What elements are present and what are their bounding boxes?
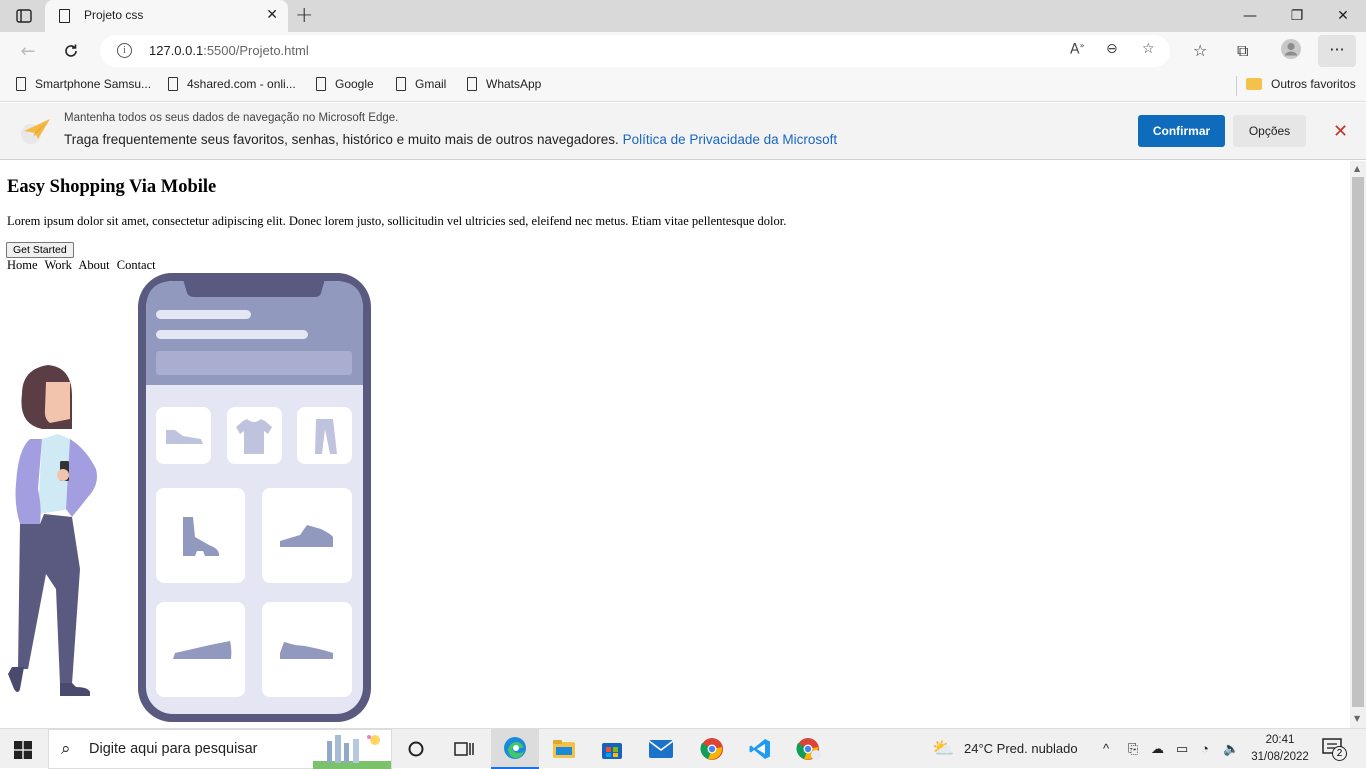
- phone-image: [138, 273, 371, 722]
- page-paragraph: Lorem ipsum dolor sit amet, consectetur …: [7, 214, 787, 228]
- navigation-bar: ← i 127.0.0.1:5500/Projeto.html A» ⊖ ☆ ☆…: [0, 32, 1366, 70]
- vscode-icon[interactable]: [736, 729, 784, 769]
- chrome-icon[interactable]: [688, 729, 736, 769]
- search-icon: ⌕: [61, 739, 71, 759]
- scrollbar-thumb[interactable]: [1352, 177, 1364, 707]
- confirm-button[interactable]: Confirmar: [1138, 115, 1225, 147]
- close-info-bar-icon[interactable]: ✕: [1333, 121, 1348, 142]
- favorite-item[interactable]: Smartphone Samsu...: [16, 77, 151, 91]
- vertical-scrollbar[interactable]: ▲ ▼: [1350, 161, 1366, 728]
- page-icon: [16, 77, 26, 91]
- page-icon: [467, 77, 477, 91]
- page-icon: [168, 77, 178, 91]
- clock[interactable]: 20:41 31/08/2022: [1246, 732, 1314, 766]
- new-tab-button[interactable]: +: [295, 3, 313, 28]
- store-icon[interactable]: [588, 729, 636, 769]
- search-placeholder: Digite aqui para pesquisar: [89, 741, 258, 757]
- add-favorite-icon[interactable]: ☆: [1142, 41, 1155, 57]
- clock-date: 31/08/2022: [1251, 751, 1309, 763]
- show-hidden-icons[interactable]: ^: [1103, 741, 1109, 756]
- battery-icon[interactable]: ▭: [1176, 741, 1188, 757]
- task-view-icon[interactable]: [440, 729, 488, 769]
- chrome-profile-icon[interactable]: [785, 729, 833, 769]
- shopping-illustration: [8, 273, 371, 722]
- taskbar-search-box[interactable]: ⌕ Digite aqui para pesquisar: [48, 729, 392, 769]
- notification-count: 2: [1332, 746, 1347, 761]
- paper-plane-icon: [21, 119, 50, 144]
- taskbar: ⌕ Digite aqui para pesquisar ⛅ 24°C Pred…: [0, 728, 1366, 769]
- favorites-bar: Smartphone Samsu... 4shared.com - onli..…: [0, 70, 1366, 102]
- read-aloud-icon[interactable]: A»: [1070, 41, 1084, 58]
- folder-icon: [1246, 78, 1262, 90]
- edge-app-icon[interactable]: [491, 729, 539, 769]
- edge-info-bar: Mantenha todos os seus dados de navegaçã…: [0, 103, 1366, 160]
- restore-button[interactable]: ❐: [1273, 0, 1321, 32]
- options-button[interactable]: Opções: [1233, 115, 1306, 147]
- search-highlight-image: [313, 735, 391, 769]
- info-bar-message: Traga frequentemente seus favoritos, sen…: [64, 132, 838, 147]
- favorite-item[interactable]: 4shared.com - onli...: [168, 77, 296, 91]
- meet-now-icon[interactable]: ⎘: [1128, 741, 1138, 757]
- favorite-item[interactable]: WhatsApp: [467, 77, 541, 91]
- privacy-policy-link[interactable]: Política de Privacidade da Microsoft: [623, 132, 838, 147]
- divider: [1236, 76, 1237, 96]
- weather-icon[interactable]: ⛅: [932, 738, 954, 759]
- refresh-button[interactable]: [58, 39, 84, 63]
- scroll-up-icon[interactable]: ▲: [1354, 164, 1360, 173]
- url-text: 127.0.0.1:5500/Projeto.html: [149, 43, 309, 58]
- page-viewport: Easy Shopping Via Mobile Lorem ipsum dol…: [0, 161, 1350, 728]
- favorites-icon[interactable]: ☆: [1193, 41, 1207, 60]
- page-heading: Easy Shopping Via Mobile: [7, 177, 217, 197]
- get-started-button[interactable]: Get Started: [6, 242, 74, 258]
- tab-title: Projeto css: [84, 8, 144, 22]
- title-bar: Projeto css ✕ + — ❐ ✕: [0, 0, 1366, 32]
- onedrive-icon[interactable]: ☁: [1151, 741, 1164, 757]
- page-icon: [396, 77, 406, 91]
- scroll-down-icon[interactable]: ▼: [1354, 714, 1360, 723]
- page-icon: [316, 77, 326, 91]
- site-info-icon[interactable]: i: [117, 43, 132, 58]
- wifi-icon[interactable]: ◔: [1201, 741, 1209, 756]
- other-favorites[interactable]: Outros favoritos: [1246, 77, 1356, 91]
- back-button[interactable]: ←: [15, 39, 41, 63]
- collections-icon[interactable]: ⧉: [1237, 41, 1248, 61]
- woman-image: [8, 365, 97, 696]
- address-bar[interactable]: i 127.0.0.1:5500/Projeto.html A» ⊖ ☆: [100, 35, 1170, 67]
- info-bar-title: Mantenha todos os seus dados de navegaçã…: [64, 112, 399, 124]
- mail-icon[interactable]: [637, 729, 685, 769]
- cortana-icon[interactable]: [392, 729, 440, 769]
- clock-time: 20:41: [1265, 734, 1295, 746]
- close-window-button[interactable]: ✕: [1319, 0, 1366, 32]
- notifications-icon[interactable]: 2: [1322, 738, 1348, 761]
- minimize-button[interactable]: —: [1226, 0, 1274, 32]
- browser-tab[interactable]: Projeto css ✕: [45, 0, 288, 32]
- favorite-item[interactable]: Google: [316, 77, 374, 91]
- weather-text[interactable]: 24°C Pred. nublado: [964, 741, 1078, 756]
- windows-start-icon[interactable]: [14, 741, 32, 759]
- settings-menu-icon[interactable]: ···: [1318, 35, 1356, 67]
- page-icon: [59, 9, 70, 23]
- favorite-item[interactable]: Gmail: [396, 77, 446, 91]
- tab-actions-icon[interactable]: [12, 6, 36, 26]
- file-explorer-icon[interactable]: [540, 729, 588, 769]
- close-tab-icon[interactable]: ✕: [266, 7, 278, 23]
- zoom-out-icon[interactable]: ⊖: [1106, 41, 1118, 57]
- profile-icon[interactable]: [1280, 39, 1302, 64]
- volume-icon[interactable]: 🔈: [1223, 741, 1239, 757]
